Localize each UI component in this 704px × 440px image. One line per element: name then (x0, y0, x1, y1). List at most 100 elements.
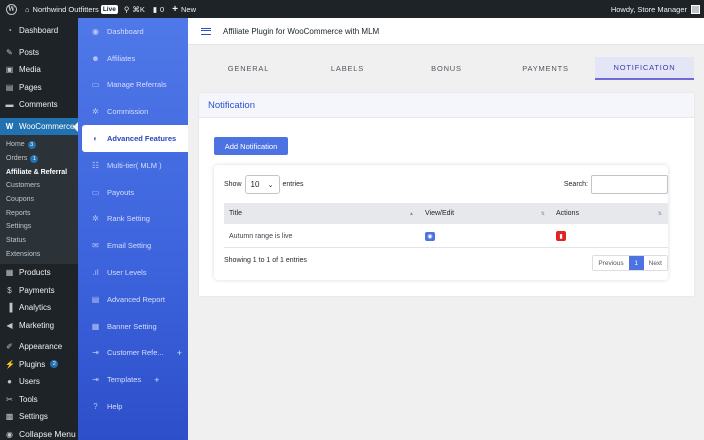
plugin-nav-manage-referrals[interactable]: ▭ Manage Referrals (78, 72, 188, 99)
menu-label: Marketing (19, 320, 55, 330)
menu-pages[interactable]: ▤ Pages (0, 79, 78, 97)
nav-label: Multi-tier( MLM ) (107, 160, 162, 170)
submenu-customers[interactable]: Customers (0, 179, 78, 193)
entries-label: entries (282, 181, 304, 188)
submenu-extensions[interactable]: Extensions (0, 248, 78, 262)
menu-appearance[interactable]: ✐ Appearance (0, 338, 78, 356)
plugin-nav-commission[interactable]: ✲ Commission (78, 98, 188, 125)
menu-analytics[interactable]: ▐ Analytics (0, 299, 78, 317)
column-view-edit[interactable]: View/Edit ⇅ (420, 203, 551, 224)
help-icon: ? (93, 402, 98, 412)
tab-payments[interactable]: PAYMENTS (496, 57, 595, 80)
comments-link[interactable]: ▮ 0 (153, 5, 164, 14)
tab-bonus[interactable]: BONUS (397, 57, 496, 80)
nav-label: Advanced Report (107, 294, 165, 304)
my-account-link[interactable]: Howdy, Store Manager (610, 4, 700, 14)
menu-label: Appearance (19, 342, 63, 352)
submenu-affiliate[interactable]: Affiliate & Referral (0, 165, 78, 179)
collapse-menu-button[interactable]: ◉ Collapse Menu (0, 426, 78, 440)
plugin-nav-templates[interactable]: ⇥ Templates + (78, 366, 188, 393)
menu-tools[interactable]: ✂ Tools (0, 391, 78, 409)
sort-icon: ⇅ (657, 210, 662, 217)
home-icon: ⌂ (25, 4, 30, 14)
site-name-link[interactable]: ⌂ Northwind Outfitters (25, 5, 99, 14)
menu-label: Plugins (19, 359, 46, 369)
menu-payments[interactable]: $ Payments (0, 282, 78, 300)
plugins-count-badge: 2 (50, 360, 59, 369)
plugin-nav-dashboard[interactable]: ◉ Dashboard (78, 18, 188, 45)
wallet-icon: ▭ (91, 187, 100, 197)
menu-posts[interactable]: ✎ Posts (0, 44, 78, 62)
entries-select[interactable]: 10 ⌄ (244, 175, 280, 194)
plugin-nav-help[interactable]: ? Help (78, 393, 188, 420)
menu-comments[interactable]: ▬ Comments (0, 96, 78, 114)
menu-products[interactable]: ▦ Products (0, 264, 78, 282)
search-label: Search: (563, 181, 588, 188)
wp-logo-button[interactable]: W (6, 3, 17, 15)
menu-plugins[interactable]: ⚡ Plugins 2 (0, 356, 78, 374)
tab-labels[interactable]: LABELS (298, 57, 397, 80)
previous-page-button[interactable]: Previous (593, 256, 628, 270)
view-eye-icon[interactable]: ◉ (425, 231, 435, 241)
column-title[interactable]: Title ▲ (224, 203, 420, 224)
plugin-nav-banner-setting[interactable]: ▦ Banner Setting (78, 313, 188, 340)
menu-media[interactable]: ▣ Media (0, 61, 78, 79)
add-notification-button[interactable]: Add Notification (214, 137, 288, 155)
column-label: View/Edit (425, 210, 455, 217)
sort-asc-icon: ▲ (409, 210, 414, 217)
submenu-settings[interactable]: Settings (0, 220, 78, 234)
template-icon: ⇥ (92, 375, 99, 385)
live-badge-item[interactable]: Live (100, 4, 118, 14)
menu-label: Pages (19, 82, 42, 92)
plugin-nav-rank-setting[interactable]: ✲ Rank Setting (78, 206, 188, 233)
plugin-nav-affiliates[interactable]: ☻ Affiliates (78, 45, 188, 72)
tab-notification[interactable]: NOTIFICATION (595, 57, 694, 80)
plugin-nav-user-levels[interactable]: .ıl User Levels (78, 259, 188, 286)
menu-users[interactable]: ● Users (0, 373, 78, 391)
submenu-coupons[interactable]: Coupons (0, 193, 78, 207)
page-1-button[interactable]: 1 (628, 256, 644, 270)
submenu-label: Customers (6, 182, 40, 190)
submenu-status[interactable]: Status (0, 234, 78, 248)
submenu-reports[interactable]: Reports (0, 206, 78, 220)
plugin-nav-payouts[interactable]: ▭ Payouts (78, 179, 188, 206)
plugin-title: Affiliate Plugin for WooCommerce with ML… (223, 26, 380, 36)
greeting: Howdy, Store Manager (610, 4, 687, 14)
nav-label: Customer Refe... (107, 348, 164, 358)
new-content-button[interactable]: + New (172, 4, 196, 15)
plugin-nav-email-setting[interactable]: ✉ Email Setting (78, 232, 188, 259)
wrench-icon: ✂ (6, 394, 13, 404)
menu-marketing[interactable]: ◀ Marketing (0, 317, 78, 335)
menu-dashboard[interactable]: ◔ Dashboard (0, 22, 78, 40)
delete-trash-icon[interactable]: ▮ (556, 231, 566, 241)
nav-label: Banner Setting (107, 321, 157, 331)
table-header: Title ▲ View/Edit ⇅ Actions ⇅ (224, 203, 668, 224)
avatar (691, 4, 700, 14)
page-length-control: Show 10 ⌄ entries (224, 175, 304, 194)
search-input[interactable] (591, 175, 668, 194)
next-page-button[interactable]: Next (644, 256, 667, 270)
submenu-home[interactable]: Home 3 (0, 138, 78, 152)
comment-icon: ▮ (152, 4, 157, 14)
column-actions[interactable]: Actions ⇅ (551, 203, 668, 224)
submenu-orders[interactable]: Orders 1 (0, 152, 78, 166)
column-label: Actions (556, 210, 579, 217)
nav-label: Help (107, 402, 123, 412)
nav-label: Templates (107, 375, 142, 385)
admin-bar: W ⌂ Northwind Outfitters Live ⚲ ⌘K ▮ 0 +… (0, 0, 704, 18)
plugin-nav-multi-tier[interactable]: ☷ Multi-tier( MLM ) (78, 152, 188, 179)
submenu-label: Affiliate & Referral (6, 168, 68, 176)
hamburger-menu-icon[interactable] (201, 27, 211, 35)
home-count-badge: 3 (27, 140, 36, 149)
menu-label: Media (19, 65, 41, 75)
site-name: Northwind Outfitters (32, 4, 99, 14)
plugin-nav-customer-referral[interactable]: ⇥ Customer Refe... + (78, 340, 188, 367)
tab-general[interactable]: GENERAL (199, 57, 298, 80)
plugin-nav-advanced-report[interactable]: ▤ Advanced Report (78, 286, 188, 313)
plugin-nav-advanced-features[interactable]: ◐ Advanced Features (82, 125, 188, 152)
menu-woocommerce[interactable]: W WooCommerce (0, 117, 78, 135)
table-info: Showing 1 to 1 of 1 entries (224, 257, 307, 264)
menu-settings[interactable]: ▩ Settings (0, 408, 78, 426)
command-search-button[interactable]: ⚲ ⌘K (124, 5, 145, 14)
woo-icon: W (5, 121, 14, 131)
